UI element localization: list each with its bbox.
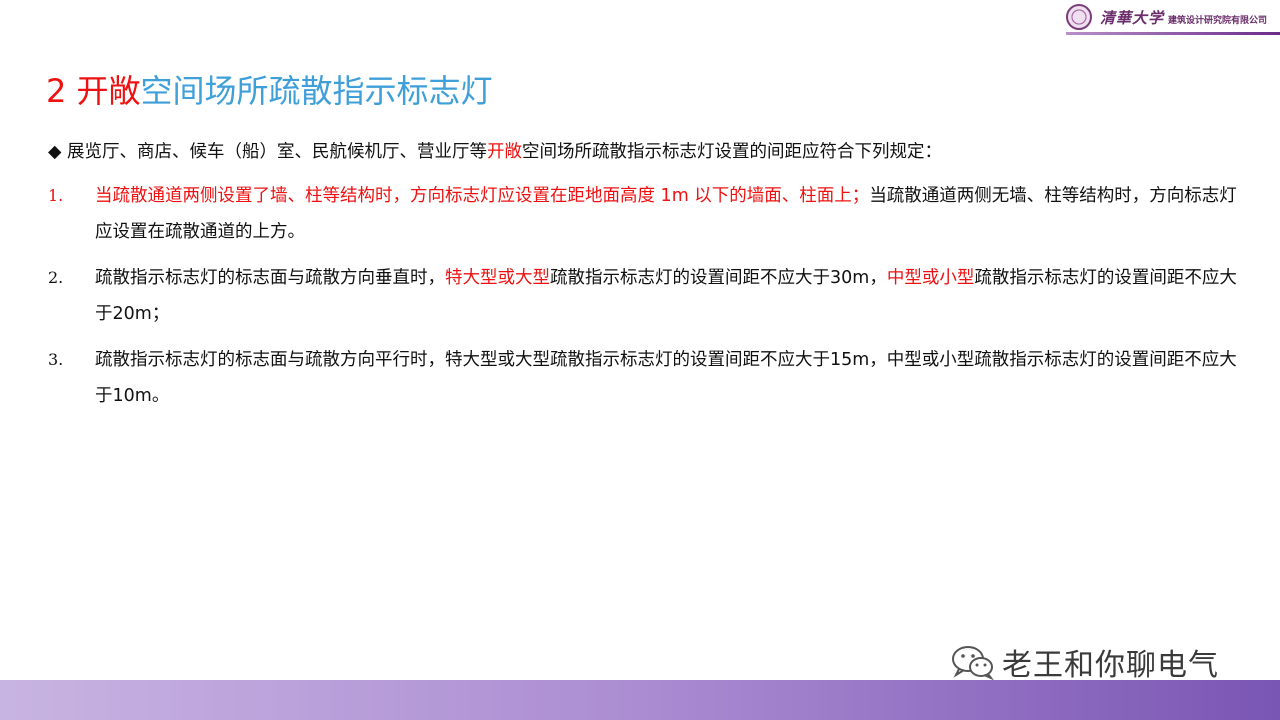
intro-highlight: 开敞 xyxy=(487,142,523,162)
item-red-b: 中型或小型 xyxy=(886,268,975,288)
item-text-a: 疏散指示标志灯的标志面与疏散方向垂直时， xyxy=(95,268,445,288)
bullet-icon: ◆ xyxy=(48,142,62,162)
title-highlight: 开敞 xyxy=(76,72,141,110)
item-text: 疏散指示标志灯的标志面与疏散方向平行时，特大型或大型疏散指示标志灯的设置间距不应… xyxy=(95,350,1237,406)
brand-script: 清華大学 xyxy=(1100,8,1165,27)
list-item: 3. 疏散指示标志灯的标志面与疏散方向平行时，特大型或大型疏散指示标志灯的设置间… xyxy=(48,342,1248,414)
wechat-icon xyxy=(952,646,994,680)
university-seal-icon xyxy=(1066,4,1092,30)
item-red-a: 特大型或大型 xyxy=(445,268,550,288)
intro-text-b: 空间场所疏散指示标志灯设置的间距应符合下列规定： xyxy=(522,142,943,162)
title-rest: 空间场所疏散指示标志灯 xyxy=(140,72,493,110)
item-text: 当疏散通道两侧设置了墙、柱等结构时，方向标志灯应设置在距地面高度 1m 以下的墙… xyxy=(95,178,1248,250)
header-divider xyxy=(1066,32,1280,35)
title-number: 2 xyxy=(46,72,67,110)
item-text: 疏散指示标志灯的标志面与疏散方向垂直时，特大型或大型疏散指示标志灯的设置间距不应… xyxy=(95,260,1248,332)
footer-band xyxy=(0,680,1280,720)
item-number: 1. xyxy=(48,186,64,205)
intro-text-a: 展览厅、商店、候车（船）室、民航候机厅、营业厅等 xyxy=(67,142,488,162)
brand: 清華大学 建筑设计研究院有限公司 xyxy=(1100,7,1267,28)
item-number: 2. xyxy=(48,268,64,287)
item-number: 3. xyxy=(48,350,64,369)
header-logo: 清華大学 建筑设计研究院有限公司 xyxy=(1062,0,1280,34)
item-red-text: 当疏散通道两侧设置了墙、柱等结构时，方向标志灯应设置在距地面高度 1m 以下的墙… xyxy=(95,186,870,206)
list-item: 1. 当疏散通道两侧设置了墙、柱等结构时，方向标志灯应设置在距地面高度 1m 以… xyxy=(48,178,1248,250)
list-item: 2. 疏散指示标志灯的标志面与疏散方向垂直时，特大型或大型疏散指示标志灯的设置间… xyxy=(48,260,1248,332)
page-title: 2 开敞空间场所疏散指示标志灯 xyxy=(46,66,493,112)
intro-paragraph: ◆ 展览厅、商店、候车（船）室、民航候机厅、营业厅等开敞空间场所疏散指示标志灯设… xyxy=(48,134,1248,170)
watermark: 老王和你聊电气 xyxy=(950,640,1219,684)
item-text-b: 疏散指示标志灯的设置间距不应大于30m， xyxy=(550,268,887,288)
watermark-text: 老王和你聊电气 xyxy=(1002,648,1219,683)
brand-org-name: 建筑设计研究院有限公司 xyxy=(1168,15,1268,26)
